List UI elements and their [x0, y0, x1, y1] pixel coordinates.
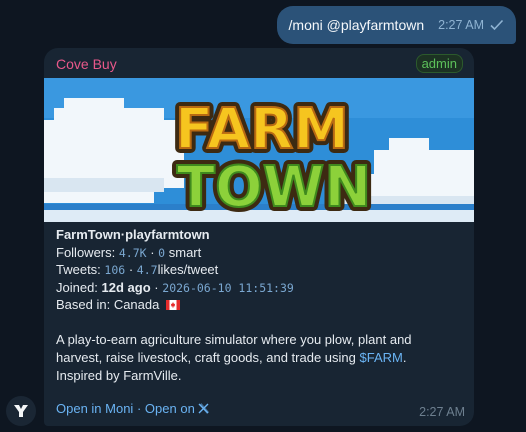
joined-dot: ·: [154, 279, 159, 295]
followers-dot: ·: [150, 244, 155, 260]
x-logo-icon: [198, 403, 209, 414]
outgoing-message-meta: 2:27 AM: [438, 18, 504, 32]
sender-name[interactable]: Cove Buy: [56, 56, 117, 72]
tweets-row: Tweets: 106 · 4.7likes/tweet: [56, 261, 466, 279]
profile-info: FarmTown·playfarmtown Followers: 4.7K · …: [56, 226, 466, 385]
message-header: Cove Buy admin: [44, 48, 474, 78]
open-in-moni-link[interactable]: Open in Moni: [56, 401, 133, 416]
followers-row: Followers: 4.7K · 0 smart: [56, 244, 466, 262]
banner-logo-line1: FARM: [175, 97, 349, 162]
links-separator: ·: [136, 401, 142, 416]
joined-date[interactable]: 2026-06-10 11:51:39: [162, 281, 294, 295]
moni-logo-icon: [14, 405, 28, 417]
account-name: FarmTown: [56, 227, 121, 242]
account-title-row: FarmTown·playfarmtown: [56, 226, 466, 244]
outgoing-message-time: 2:27 AM: [438, 18, 484, 32]
likes-per-tweet-label: likes/tweet: [157, 262, 219, 277]
based-in-label: Based in: Canada: [56, 297, 160, 312]
tweets-label: Tweets:: [56, 262, 101, 277]
description-text: A play-to-earn agriculture simulator whe…: [56, 331, 412, 365]
joined-ago: 12d ago: [101, 279, 151, 295]
bot-message: Cove Buy admin FARM FARM TOWN TOWN FarmT…: [44, 48, 474, 426]
smart-followers-label: smart: [168, 244, 202, 260]
tweets-value[interactable]: 106: [104, 263, 125, 277]
outgoing-message[interactable]: /moni @playfarmtown 2:27 AM: [276, 6, 516, 44]
canada-flag-icon: [165, 300, 180, 310]
admin-badge: admin: [415, 54, 463, 73]
smart-followers-value[interactable]: 0: [158, 246, 165, 260]
joined-label: Joined:: [56, 279, 98, 295]
location-row: Based in: Canada: [56, 296, 466, 314]
bot-avatar[interactable]: [6, 396, 36, 426]
message-time: 2:27 AM: [419, 405, 465, 419]
account-handle: playfarmtown: [125, 227, 210, 242]
likes-per-tweet-value[interactable]: 4.7: [137, 263, 158, 277]
farmtown-banner-image[interactable]: FARM FARM TOWN TOWN: [44, 78, 474, 222]
joined-row: Joined: 12d ago · 2026-06-10 11:51:39: [56, 279, 466, 297]
outgoing-message-text: /moni @playfarmtown: [288, 17, 425, 33]
banner-logo-line2: TOWN: [177, 155, 371, 220]
message-links: Open in Moni · Open on: [56, 401, 209, 416]
followers-label: Followers:: [56, 244, 116, 260]
open-on-x-link[interactable]: Open on: [145, 401, 209, 416]
double-check-icon: [490, 19, 504, 31]
open-on-x-label: Open on: [144, 401, 195, 416]
ticker-link[interactable]: $FARM: [360, 350, 403, 365]
tweets-dot: ·: [128, 262, 134, 277]
project-description: A play-to-earn agriculture simulator whe…: [56, 331, 448, 385]
followers-value[interactable]: 4.7K: [119, 246, 147, 260]
